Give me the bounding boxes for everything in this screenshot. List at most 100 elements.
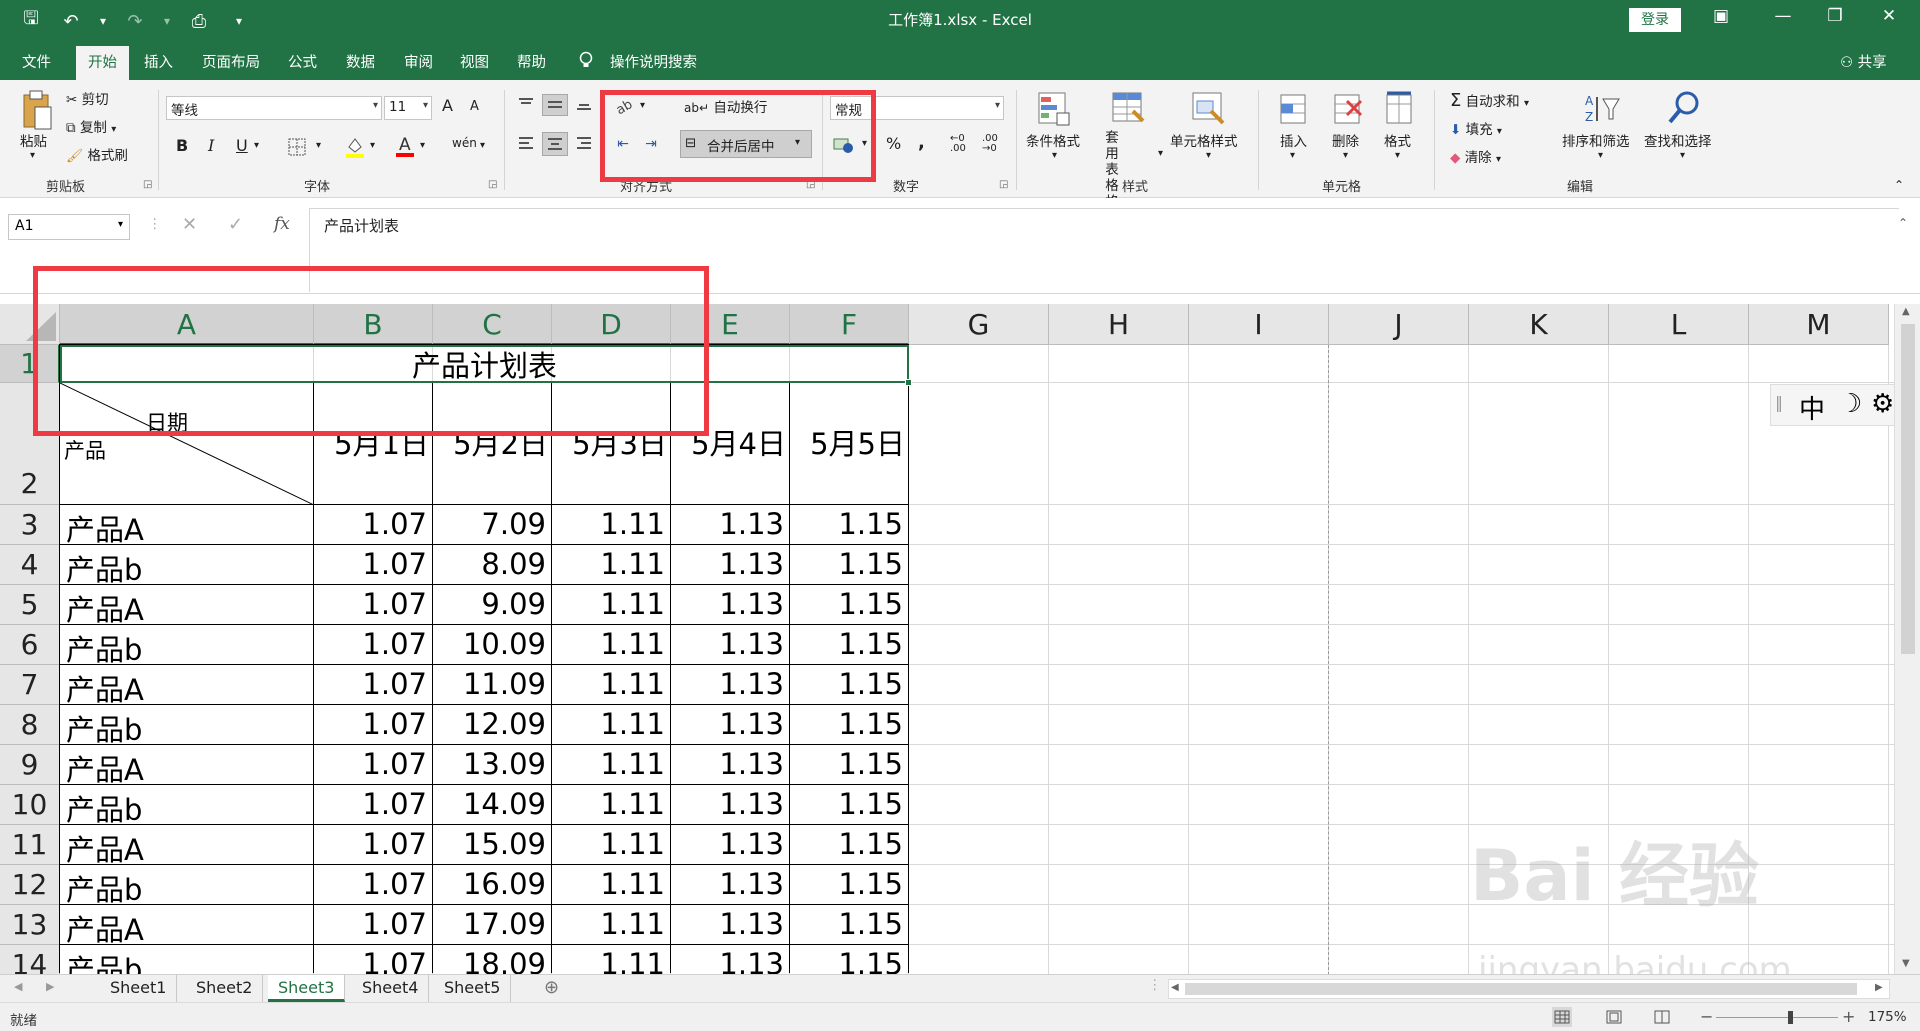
value-cell[interactable]: 1.11 <box>552 747 665 781</box>
vertical-scroll-thumb[interactable] <box>1901 324 1915 654</box>
sheet-tab-1[interactable]: Sheet1 <box>100 975 178 1002</box>
magnifier-icon[interactable] <box>1664 88 1704 128</box>
value-cell[interactable]: 8.09 <box>433 547 546 581</box>
column-header-h[interactable]: H <box>1049 304 1189 345</box>
tab-formulas[interactable]: 公式 <box>288 51 317 72</box>
login-button[interactable]: 登录 <box>1629 8 1681 32</box>
autosum-dropdown-icon[interactable]: ▾ <box>1524 98 1529 109</box>
sort-filter-dropdown-icon[interactable]: ▾ <box>1598 150 1603 161</box>
row-header-6[interactable]: 6 <box>0 625 60 665</box>
value-cell[interactable]: 1.11 <box>552 507 665 541</box>
value-cell[interactable]: 13.09 <box>433 747 546 781</box>
next-sheet-icon[interactable]: ▶ <box>46 980 54 993</box>
zoom-in-icon[interactable]: + <box>1842 1007 1855 1026</box>
tab-review[interactable]: 审阅 <box>404 51 433 72</box>
column-header-m[interactable]: M <box>1749 304 1889 345</box>
product-cell[interactable]: 产品b <box>66 867 142 909</box>
value-cell[interactable]: 1.15 <box>790 707 903 741</box>
format-cells-label[interactable]: 格式 <box>1384 130 1411 150</box>
value-cell[interactable]: 1.15 <box>790 627 903 661</box>
value-cell[interactable]: 1.15 <box>790 867 903 901</box>
value-cell[interactable]: 1.13 <box>671 707 784 741</box>
minimize-button[interactable]: — <box>1768 6 1798 26</box>
product-cell[interactable]: 产品b <box>66 707 142 749</box>
percent-style-button[interactable]: % <box>886 134 901 153</box>
value-cell[interactable]: 1.13 <box>671 747 784 781</box>
format-cells-icon[interactable] <box>1382 90 1416 128</box>
value-cell[interactable]: 1.07 <box>314 507 427 541</box>
find-select-label[interactable]: 查找和选择 <box>1644 130 1712 150</box>
fill-button[interactable]: ⬇ 填充 ▾ <box>1450 118 1502 138</box>
column-header-f[interactable]: F <box>790 304 909 345</box>
column-header-j[interactable]: J <box>1329 304 1469 345</box>
value-cell[interactable]: 1.15 <box>790 587 903 621</box>
value-cell[interactable]: 11.09 <box>433 667 546 701</box>
zoom-slider[interactable] <box>1716 1017 1838 1018</box>
copy-button[interactable]: ⧉ 复制 ▾ <box>66 116 116 136</box>
horizontal-scroll-thumb[interactable] <box>1185 983 1857 995</box>
tab-data[interactable]: 数据 <box>346 51 375 72</box>
align-left-icon[interactable] <box>516 134 536 152</box>
row-header-7[interactable]: 7 <box>0 665 60 705</box>
close-button[interactable]: ✕ <box>1874 6 1904 26</box>
ribbon-display-options-icon[interactable]: ▣ <box>1706 6 1736 26</box>
conditional-dropdown-icon[interactable]: ▾ <box>1052 150 1057 161</box>
decrease-font-icon[interactable]: A <box>470 99 479 114</box>
row-header-8[interactable]: 8 <box>0 705 60 745</box>
value-cell[interactable]: 1.11 <box>552 907 665 941</box>
clear-dropdown-icon[interactable]: ▾ <box>1496 154 1501 165</box>
delete-cells-icon[interactable] <box>1330 90 1364 128</box>
value-cell[interactable]: 1.07 <box>314 547 427 581</box>
value-cell[interactable]: 1.11 <box>552 627 665 661</box>
decrease-decimal-icon[interactable]: .00 →0 <box>982 134 998 154</box>
row-header-9[interactable]: 9 <box>0 745 60 785</box>
format-as-table-dropdown-icon[interactable]: ▾ <box>1158 148 1163 159</box>
value-cell[interactable]: 15.09 <box>433 827 546 861</box>
product-cell[interactable]: 产品A <box>66 827 144 869</box>
enter-icon[interactable]: ✓ <box>228 214 243 235</box>
column-header-i[interactable]: I <box>1189 304 1329 345</box>
column-header-g[interactable]: G <box>909 304 1049 345</box>
value-cell[interactable]: 1.13 <box>671 947 784 974</box>
share-button[interactable]: ⚇ 共享 <box>1840 51 1887 72</box>
cut-button[interactable]: ✂ 剪切 <box>66 88 109 108</box>
moon-icon[interactable]: ☽ <box>1839 389 1862 419</box>
scroll-right-icon[interactable]: ▶ <box>1875 982 1883 993</box>
format-dropdown-icon[interactable]: ▾ <box>1395 150 1400 161</box>
increase-font-icon[interactable]: A <box>442 96 453 115</box>
row-header-10[interactable]: 10 <box>0 785 60 825</box>
product-cell[interactable]: 产品b <box>66 787 142 829</box>
value-cell[interactable]: 1.15 <box>790 947 903 974</box>
value-cell[interactable]: 10.09 <box>433 627 546 661</box>
value-cell[interactable]: 1.15 <box>790 547 903 581</box>
cell-styles-dropdown-icon[interactable]: ▾ <box>1206 150 1211 161</box>
value-cell[interactable]: 7.09 <box>433 507 546 541</box>
page-break-view-icon[interactable] <box>1652 1007 1672 1027</box>
value-cell[interactable]: 1.13 <box>671 507 784 541</box>
sort-filter-icon[interactable]: AZ <box>1582 90 1622 128</box>
tab-file[interactable]: 文件 <box>22 51 51 72</box>
value-cell[interactable]: 1.07 <box>314 947 427 974</box>
underline-dropdown-icon[interactable]: ▾ <box>254 140 259 151</box>
value-cell[interactable]: 1.11 <box>552 707 665 741</box>
sheet-tab-3[interactable]: Sheet3 <box>268 975 346 1002</box>
value-cell[interactable]: 1.11 <box>552 947 665 974</box>
scroll-down-icon[interactable]: ▼ <box>1902 958 1910 969</box>
collapse-ribbon-icon[interactable]: ⌃ <box>1894 178 1904 192</box>
value-cell[interactable]: 1.13 <box>671 867 784 901</box>
value-cell[interactable]: 1.13 <box>671 787 784 821</box>
value-cell[interactable]: 1.11 <box>552 827 665 861</box>
insert-cells-icon[interactable] <box>1276 90 1310 128</box>
product-cell[interactable]: 产品b <box>66 947 142 974</box>
row-header-3[interactable]: 3 <box>0 505 60 545</box>
align-middle-icon[interactable] <box>542 94 568 116</box>
value-cell[interactable]: 1.15 <box>790 507 903 541</box>
delete-dropdown-icon[interactable]: ▾ <box>1343 150 1348 161</box>
product-cell[interactable]: 产品A <box>66 747 144 789</box>
paste-icon[interactable] <box>20 88 54 132</box>
zoom-level[interactable]: 175% <box>1868 1009 1907 1025</box>
align-center-icon[interactable] <box>542 132 568 156</box>
value-cell[interactable]: 1.11 <box>552 867 665 901</box>
copy-dropdown-icon[interactable]: ▾ <box>111 124 116 135</box>
page-layout-view-icon[interactable] <box>1604 1007 1624 1027</box>
